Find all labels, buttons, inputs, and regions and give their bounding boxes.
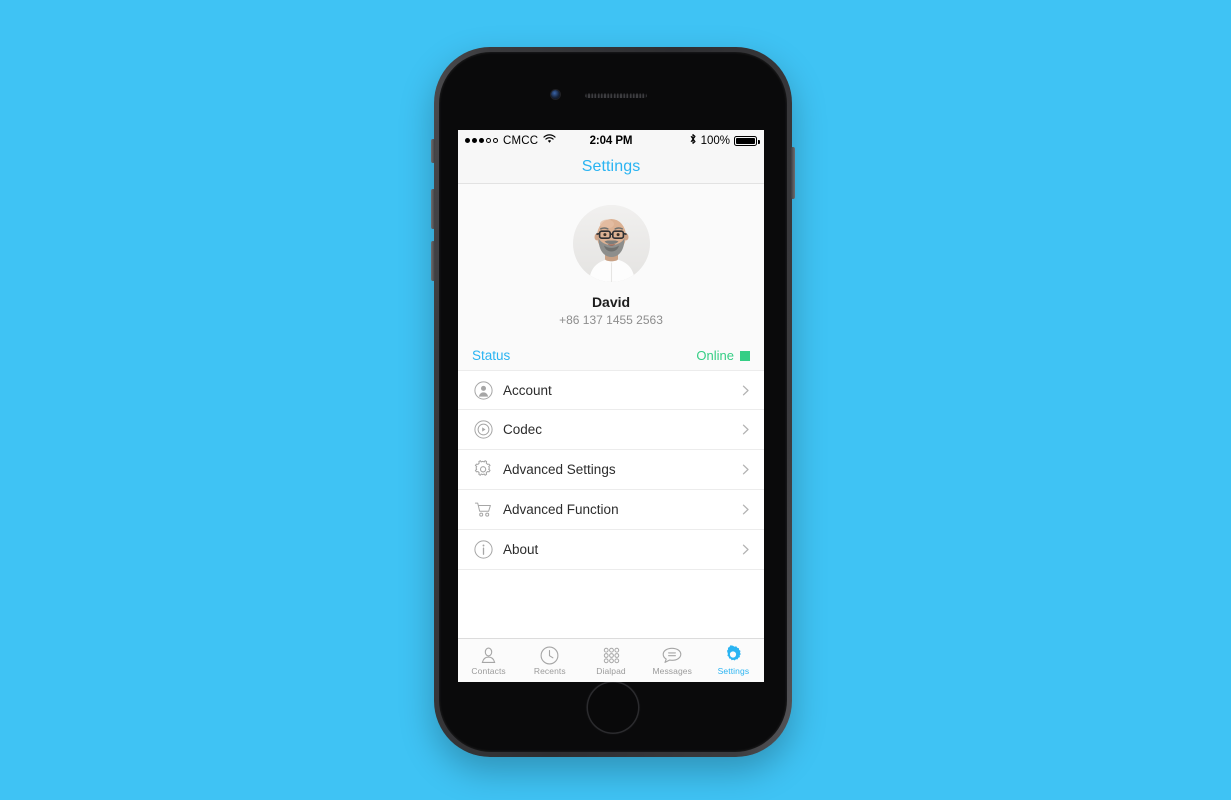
codec-play-icon: [472, 419, 494, 441]
list-item-codec[interactable]: Codec: [458, 410, 764, 450]
list-item-advanced-function[interactable]: Advanced Function: [458, 490, 764, 530]
list-item-label: Account: [503, 382, 552, 398]
tab-settings[interactable]: Settings: [703, 639, 764, 682]
home-button[interactable]: [586, 681, 640, 734]
tab-label: Settings: [717, 666, 750, 676]
avatar[interactable]: [572, 205, 650, 282]
gear-icon: [472, 459, 494, 481]
tab-label: Contacts: [471, 666, 506, 676]
battery-percent-label: 100%: [700, 134, 730, 147]
contacts-person-icon: [479, 645, 498, 665]
status-bar: CMCC 2:04 PM 100%: [458, 130, 764, 151]
tab-recents[interactable]: Recents: [519, 639, 580, 682]
status-section[interactable]: Status Online: [458, 341, 764, 370]
profile-phone: +86 137 1455 2563: [559, 313, 663, 327]
navigation-bar: Settings: [458, 151, 764, 184]
power-button[interactable]: [791, 147, 795, 199]
tab-bar: Contacts Recents Dialpad Messages Settin…: [458, 638, 764, 682]
mute-switch[interactable]: [431, 139, 435, 163]
chevron-right-icon: [739, 384, 752, 397]
status-value[interactable]: Online: [696, 348, 750, 363]
account-circle-icon: [472, 379, 494, 401]
list-item-label: Advanced Settings: [503, 462, 616, 477]
earpiece-speaker: [585, 93, 647, 98]
gear-filled-icon: [723, 645, 743, 665]
volume-down-button[interactable]: [431, 241, 435, 281]
tab-label: Dialpad: [596, 666, 626, 676]
list-item-about[interactable]: About: [458, 530, 764, 570]
phone-screen: CMCC 2:04 PM 100% Settings David +86 137…: [458, 130, 764, 682]
volume-up-button[interactable]: [431, 189, 435, 229]
message-bubble-icon: [662, 645, 682, 665]
profile-section: David +86 137 1455 2563: [458, 184, 764, 341]
phone-device: CMCC 2:04 PM 100% Settings David +86 137…: [431, 47, 795, 757]
tab-label: Messages: [652, 666, 692, 676]
user-avatar-photo: [572, 205, 650, 282]
list-item-label: Advanced Function: [503, 502, 619, 517]
front-camera-icon: [551, 90, 560, 99]
battery-icon: [734, 135, 760, 146]
status-value-label: Online: [696, 348, 734, 363]
chevron-right-icon: [739, 503, 752, 516]
info-circle-icon: [472, 539, 494, 561]
tab-dialpad[interactable]: Dialpad: [580, 639, 641, 682]
tab-label: Recents: [533, 666, 566, 676]
tab-messages[interactable]: Messages: [642, 639, 703, 682]
bluetooth-icon: [689, 133, 697, 148]
chevron-right-icon: [739, 463, 752, 476]
list-item-account[interactable]: Account: [458, 370, 764, 410]
status-badge: [740, 350, 750, 361]
list-item-label: About: [503, 542, 539, 557]
status-bar-right: 100%: [689, 133, 760, 148]
shopping-cart-icon: [472, 499, 494, 521]
chevron-right-icon: [739, 543, 752, 556]
list-item-label: Codec: [503, 422, 543, 437]
settings-list: Account Codec Advanced Settings Advanced…: [458, 370, 764, 638]
tab-contacts[interactable]: Contacts: [458, 639, 519, 682]
dialpad-grid-icon: [602, 645, 621, 665]
list-item-advanced-settings[interactable]: Advanced Settings: [458, 450, 764, 490]
chevron-right-icon: [739, 423, 752, 436]
profile-name: David: [591, 294, 631, 310]
page-title: Settings: [581, 158, 641, 175]
status-label: Status: [472, 348, 511, 363]
clock-icon: [540, 645, 559, 665]
